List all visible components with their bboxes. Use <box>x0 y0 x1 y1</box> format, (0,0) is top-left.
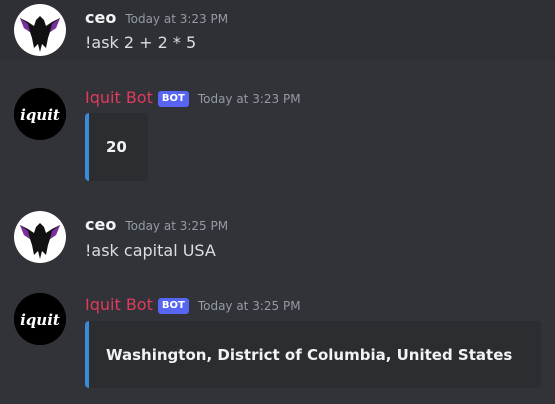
user-avatar[interactable] <box>14 4 66 56</box>
embed-text: Washington, District of Columbia, United… <box>106 345 513 364</box>
username[interactable]: Iquit Bot <box>85 295 153 314</box>
chat-message-list: ceo Today at 3:23 PM !ask 2 + 2 * 5 iqui… <box>0 0 555 404</box>
username[interactable]: Iquit Bot <box>85 88 153 107</box>
embed-text: 20 <box>106 138 127 156</box>
message-embed: Washington, District of Columbia, United… <box>85 321 541 388</box>
timestamp[interactable]: Today at 3:25 PM <box>198 299 301 313</box>
message-embed: 20 <box>85 113 148 181</box>
bot-avatar-text: iquit <box>20 106 60 124</box>
user-avatar[interactable] <box>14 211 66 263</box>
bot-avatar-text: iquit <box>20 311 60 329</box>
bot-badge: BOT <box>157 91 189 107</box>
message-header: ceo Today at 3:23 PM <box>85 8 228 27</box>
bot-badge: BOT <box>157 298 189 314</box>
bot-avatar[interactable]: iquit <box>14 88 66 140</box>
message-text: !ask 2 + 2 * 5 <box>85 33 197 52</box>
message-header: Iquit Bot BOT Today at 3:25 PM <box>85 295 301 316</box>
timestamp[interactable]: Today at 3:25 PM <box>125 219 228 233</box>
message-header: Iquit Bot BOT Today at 3:23 PM <box>85 88 301 109</box>
message-text: !ask capital USA <box>85 241 216 260</box>
username[interactable]: ceo <box>85 215 116 234</box>
message-header: ceo Today at 3:25 PM <box>85 215 228 234</box>
message-hover-highlight <box>0 0 555 60</box>
bot-avatar[interactable]: iquit <box>14 293 66 345</box>
username[interactable]: ceo <box>85 8 116 27</box>
timestamp[interactable]: Today at 3:23 PM <box>198 92 301 106</box>
timestamp[interactable]: Today at 3:23 PM <box>125 12 228 26</box>
